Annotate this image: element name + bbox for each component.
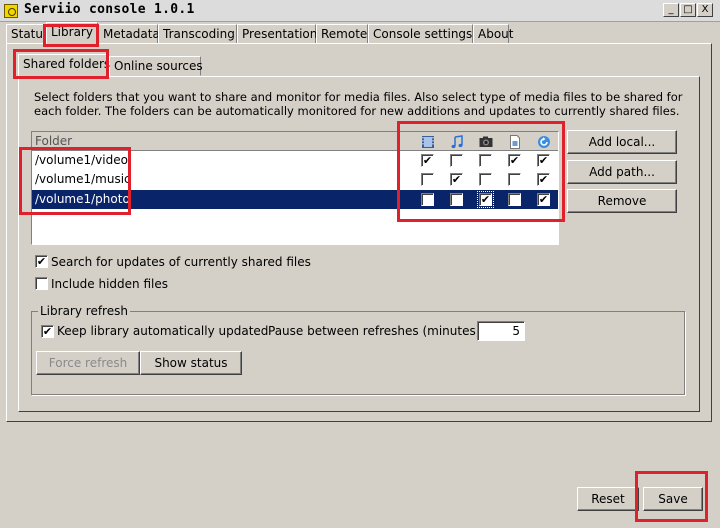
metadata-checkbox[interactable] [508,173,521,186]
refresh-icon[interactable] [536,134,552,149]
add-path-button[interactable]: Add path... [567,160,677,184]
metadata-checkbox[interactable]: ✔ [508,154,521,167]
tab-remote[interactable]: Remote [316,24,368,44]
pause-minutes-input[interactable]: 5 [477,321,525,341]
music-icon[interactable] [449,134,465,149]
tab-transcoding[interactable]: Transcoding [158,24,237,44]
force-refresh-button[interactable]: Force refresh [36,351,140,375]
keep-updated-label: Keep library automatically updated [57,324,269,338]
folder-row-video[interactable]: /volume1/video ✔ ✔ ✔ [32,151,558,170]
library-refresh-title: Library refresh [38,304,130,318]
music-type-checkbox[interactable]: ✔ [450,173,463,186]
video-icon[interactable] [420,134,436,149]
folder-path: /volume1/video [35,153,128,167]
search-updates-label: Search for updates of currently shared f… [51,255,311,269]
show-status-button[interactable]: Show status [140,351,242,375]
add-local-button[interactable]: Add local... [567,130,677,154]
metadata-icon[interactable] [507,134,523,149]
save-button[interactable]: Save [643,487,703,511]
tab-about[interactable]: About [473,24,513,44]
tab-status[interactable]: Status [6,24,49,44]
window-title: Serviio console 1.0.1 [24,2,195,17]
title-bar: Serviio console 1.0.1 _ □ X [0,0,720,22]
music-type-checkbox[interactable] [450,193,463,206]
folder-list-header: Folder [32,132,558,151]
tab-presentation[interactable]: Presentation [237,24,317,44]
folder-path: /volume1/music [35,172,131,186]
shared-folders-description: Select folders that you want to share an… [34,90,683,118]
tab-library[interactable]: Library [46,22,98,45]
music-type-checkbox[interactable] [450,154,463,167]
tab-console-settings[interactable]: Console settings [368,24,473,44]
metadata-checkbox[interactable] [508,193,521,206]
subtab-online-sources[interactable]: Online sources [109,56,203,76]
auto-refresh-checkbox[interactable]: ✔ [537,154,550,167]
remove-button[interactable]: Remove [567,189,677,213]
folder-path: /volume1/photo [35,192,130,206]
image-type-checkbox[interactable]: ✔ [477,191,494,208]
reset-button[interactable]: Reset [577,487,639,511]
close-button[interactable]: X [697,3,713,17]
serviio-app-icon [4,4,18,18]
minimize-button[interactable]: _ [663,3,679,17]
image-type-checkbox[interactable] [479,154,492,167]
image-icon[interactable] [478,134,494,149]
search-updates-checkbox[interactable]: ✔ [35,255,48,268]
video-type-checkbox[interactable]: ✔ [421,154,434,167]
image-type-checkbox[interactable] [479,173,492,186]
auto-refresh-checkbox[interactable]: ✔ [537,173,550,186]
folder-row-music[interactable]: /volume1/music ✔ ✔ [32,170,558,189]
keep-updated-checkbox[interactable]: ✔ [41,325,54,338]
subtab-shared-folders[interactable]: Shared folders [18,54,110,77]
folder-list[interactable]: Folder /volume1/video ✔ ✔ ✔ /volume1/mus… [31,131,559,245]
folder-column-header[interactable]: Folder [35,134,72,148]
maximize-button[interactable]: □ [680,3,696,17]
include-hidden-label: Include hidden files [51,277,168,291]
auto-refresh-checkbox[interactable]: ✔ [537,193,550,206]
folder-row-photo[interactable]: /volume1/photo ✔ ✔ [32,190,558,209]
video-type-checkbox[interactable] [421,193,434,206]
include-hidden-checkbox[interactable] [35,277,48,290]
tab-metadata[interactable]: Metadata [98,24,160,44]
video-type-checkbox[interactable] [421,173,434,186]
pause-between-refreshes-label: Pause between refreshes (minutes): [268,324,485,338]
